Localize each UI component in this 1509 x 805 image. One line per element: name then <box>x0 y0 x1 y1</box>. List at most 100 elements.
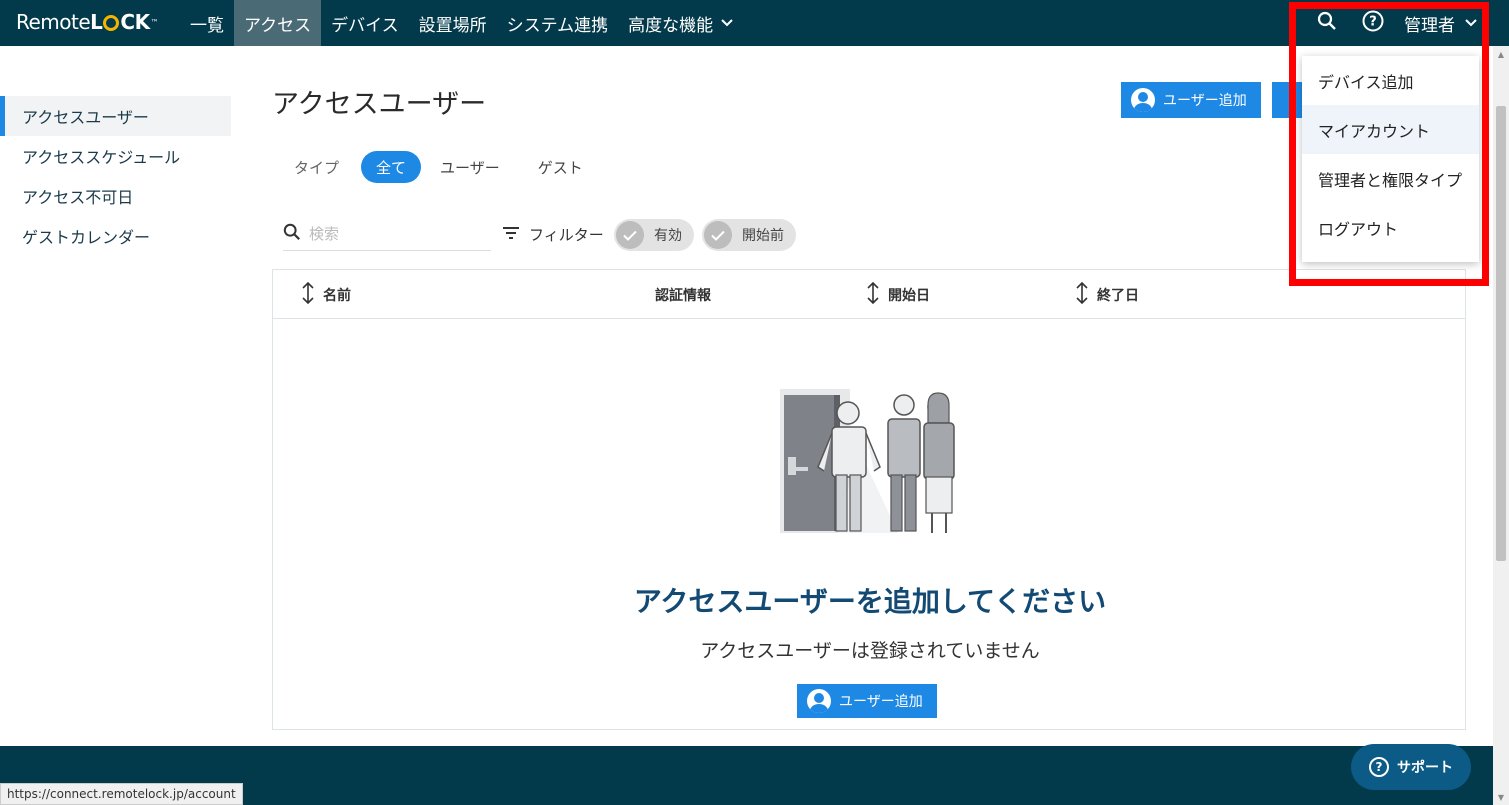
menu-item-label: デバイス追加 <box>1318 72 1414 92</box>
column-label: 開始日 <box>888 287 930 304</box>
status-bar-url: https://connect.remotelock.jp/account <box>0 783 243 805</box>
user-icon <box>807 689 831 713</box>
tab-guests[interactable]: ゲスト <box>523 151 598 183</box>
chip-label: 開始前 <box>742 228 784 244</box>
type-filter-tabs: タイプ 全て ユーザー ゲスト <box>272 150 602 184</box>
help-icon: ? <box>1362 10 1384 36</box>
top-navbar: Remote L CK ™ 一覧 アクセス デバイス 設置場所 システム連携 高度な機… <box>0 0 1509 46</box>
sidebar-item-label: ゲストカレンダー <box>22 228 151 247</box>
column-label: 名前 <box>323 287 351 304</box>
chip-label: 有効 <box>654 228 682 244</box>
check-icon <box>704 221 732 249</box>
access-users-table: 名前 認証情報 開始日 終了日 アクセスユーザーを追加してください アクセスユー… <box>272 269 1466 730</box>
sort-icon <box>866 281 880 308</box>
svg-text:?: ? <box>1369 15 1377 30</box>
support-label: サポート <box>1397 760 1453 776</box>
empty-state-illustration <box>778 387 958 533</box>
scroll-thumb[interactable] <box>1496 106 1506 561</box>
filter-label: フィルター <box>529 225 604 244</box>
column-start-date[interactable]: 開始日 <box>866 270 930 319</box>
nav-item-label: デバイス <box>331 15 399 36</box>
logo-trademark: ™ <box>150 17 159 27</box>
help-icon: ? <box>1369 757 1389 777</box>
admin-dropdown-menu: デバイス追加 マイアカウント 管理者と権限タイプ ログアウト <box>1302 56 1479 262</box>
nav-item-label: システム連携 <box>506 15 609 36</box>
search-icon <box>283 223 301 245</box>
sort-icon <box>301 281 315 308</box>
support-button[interactable]: ? サポート <box>1351 744 1471 790</box>
tab-label: ユーザー <box>440 158 500 177</box>
add-user-label: ユーザー追加 <box>839 694 923 710</box>
menu-item-my-account[interactable]: マイアカウント <box>1302 105 1479 154</box>
empty-state-title: アクセスユーザーを追加してください <box>633 585 1107 618</box>
tab-users[interactable]: ユーザー <box>425 151 515 183</box>
column-name[interactable]: 名前 <box>301 270 351 319</box>
sidebar-item-label: アクセスユーザー <box>22 108 149 127</box>
scroll-down-arrow-icon[interactable]: ▼ <box>1493 789 1509 805</box>
admin-menu-button[interactable]: 管理者 <box>1396 0 1509 46</box>
search-icon <box>1317 11 1337 35</box>
scroll-up-arrow-icon[interactable]: ▲ <box>1493 46 1509 62</box>
search-input[interactable] <box>309 225 479 243</box>
logo-text-ck: CK <box>120 10 150 34</box>
lock-icon <box>103 15 120 31</box>
empty-state-subtitle: アクセスユーザーは登録されていません <box>700 640 1040 662</box>
sidebar-item-label: アクセス不可日 <box>22 188 134 207</box>
nav-item-integrations[interactable]: システム連携 <box>497 0 619 46</box>
column-label: 認証情報 <box>655 287 711 304</box>
search-box <box>283 218 491 251</box>
nav-item-label: 高度な機能 <box>628 15 714 36</box>
tab-label: ゲスト <box>537 158 583 177</box>
add-user-button[interactable]: ユーザー追加 <box>1121 82 1261 118</box>
sidebar-item-guest-calendar[interactable]: ゲストカレンダー <box>0 216 231 256</box>
filter-button[interactable]: フィルター <box>503 222 604 246</box>
secondary-add-button[interactable] <box>1272 82 1302 118</box>
sort-icon <box>1075 281 1089 308</box>
chevron-down-icon <box>1465 16 1477 30</box>
nav-item-advanced[interactable]: 高度な機能 <box>618 0 743 46</box>
main-nav: 一覧 アクセス デバイス 設置場所 システム連携 高度な機能 <box>180 0 743 46</box>
vertical-scrollbar[interactable]: ▲ ▼ <box>1493 46 1509 805</box>
nav-item-label: アクセス <box>244 15 312 36</box>
logo-text-remote: Remote <box>16 10 91 34</box>
user-icon <box>1131 88 1155 112</box>
logo-text-l: L <box>90 10 103 34</box>
chevron-down-icon <box>721 16 733 30</box>
menu-item-label: 管理者と権限タイプ <box>1318 170 1463 190</box>
column-end-date[interactable]: 終了日 <box>1075 270 1139 319</box>
sidebar: アクセスユーザー アクセススケジュール アクセス不可日 ゲストカレンダー <box>0 96 231 256</box>
menu-item-label: マイアカウント <box>1318 121 1431 141</box>
nav-item-access[interactable]: アクセス <box>234 0 322 46</box>
nav-right: ? 管理者 <box>1304 0 1509 46</box>
nav-item-label: 一覧 <box>190 15 224 36</box>
sidebar-item-label: アクセススケジュール <box>22 148 181 167</box>
nav-item-label: 設置場所 <box>418 15 487 36</box>
table-header: 名前 認証情報 開始日 終了日 <box>273 270 1465 319</box>
search-button[interactable] <box>1304 0 1350 46</box>
nav-item-overview[interactable]: 一覧 <box>180 0 234 46</box>
nav-item-locations[interactable]: 設置場所 <box>409 0 497 46</box>
menu-item-admins-roles[interactable]: 管理者と権限タイプ <box>1302 154 1479 203</box>
tab-label: 全て <box>376 158 407 177</box>
column-label: 終了日 <box>1097 287 1139 304</box>
chip-not-started[interactable]: 開始前 <box>702 219 796 251</box>
remotelock-logo[interactable]: Remote L CK ™ <box>16 9 159 35</box>
menu-item-logout[interactable]: ログアウト <box>1302 203 1479 252</box>
sidebar-item-access-users[interactable]: アクセスユーザー <box>0 96 231 136</box>
column-credentials: 認証情報 <box>655 270 711 319</box>
empty-add-user-button[interactable]: ユーザー追加 <box>797 684 937 718</box>
menu-item-label: ログアウト <box>1318 219 1399 239</box>
admin-label: 管理者 <box>1404 15 1455 36</box>
sidebar-item-access-schedules[interactable]: アクセススケジュール <box>0 136 231 176</box>
add-user-label: ユーザー追加 <box>1163 93 1247 109</box>
nav-item-devices[interactable]: デバイス <box>321 0 409 46</box>
chip-active[interactable]: 有効 <box>614 219 694 251</box>
filter-icon <box>503 225 519 243</box>
sidebar-item-access-exceptions[interactable]: アクセス不可日 <box>0 176 231 216</box>
menu-item-add-device[interactable]: デバイス追加 <box>1302 56 1479 105</box>
help-button[interactable]: ? <box>1350 0 1396 46</box>
tab-all[interactable]: 全て <box>361 151 422 183</box>
type-label: タイプ <box>294 158 340 177</box>
page-title: アクセスユーザー <box>272 89 487 120</box>
check-icon <box>616 221 644 249</box>
